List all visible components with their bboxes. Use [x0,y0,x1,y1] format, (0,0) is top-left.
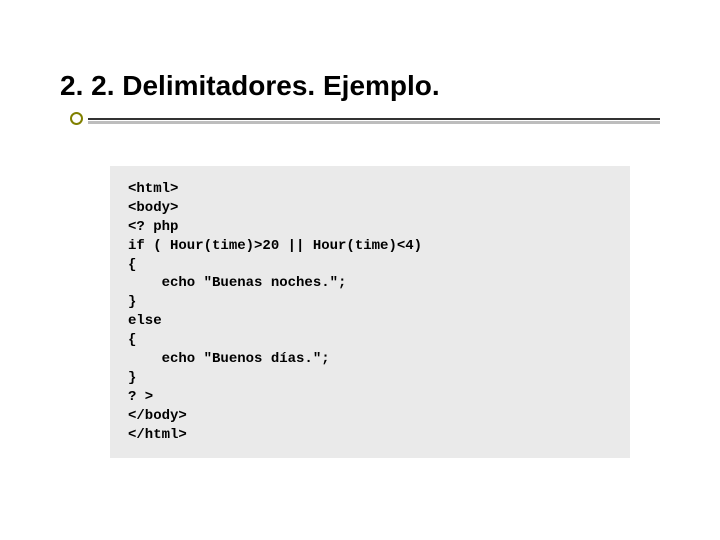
underline-main [88,118,660,120]
bullet-icon [70,112,83,125]
slide: 2. 2. Delimitadores. Ejemplo. <html> <bo… [0,0,720,540]
code-block: <html> <body> <? php if ( Hour(time)>20 … [110,166,630,458]
slide-title: 2. 2. Delimitadores. Ejemplo. [60,70,660,102]
title-underline [60,112,660,126]
underline-shadow [88,121,660,124]
